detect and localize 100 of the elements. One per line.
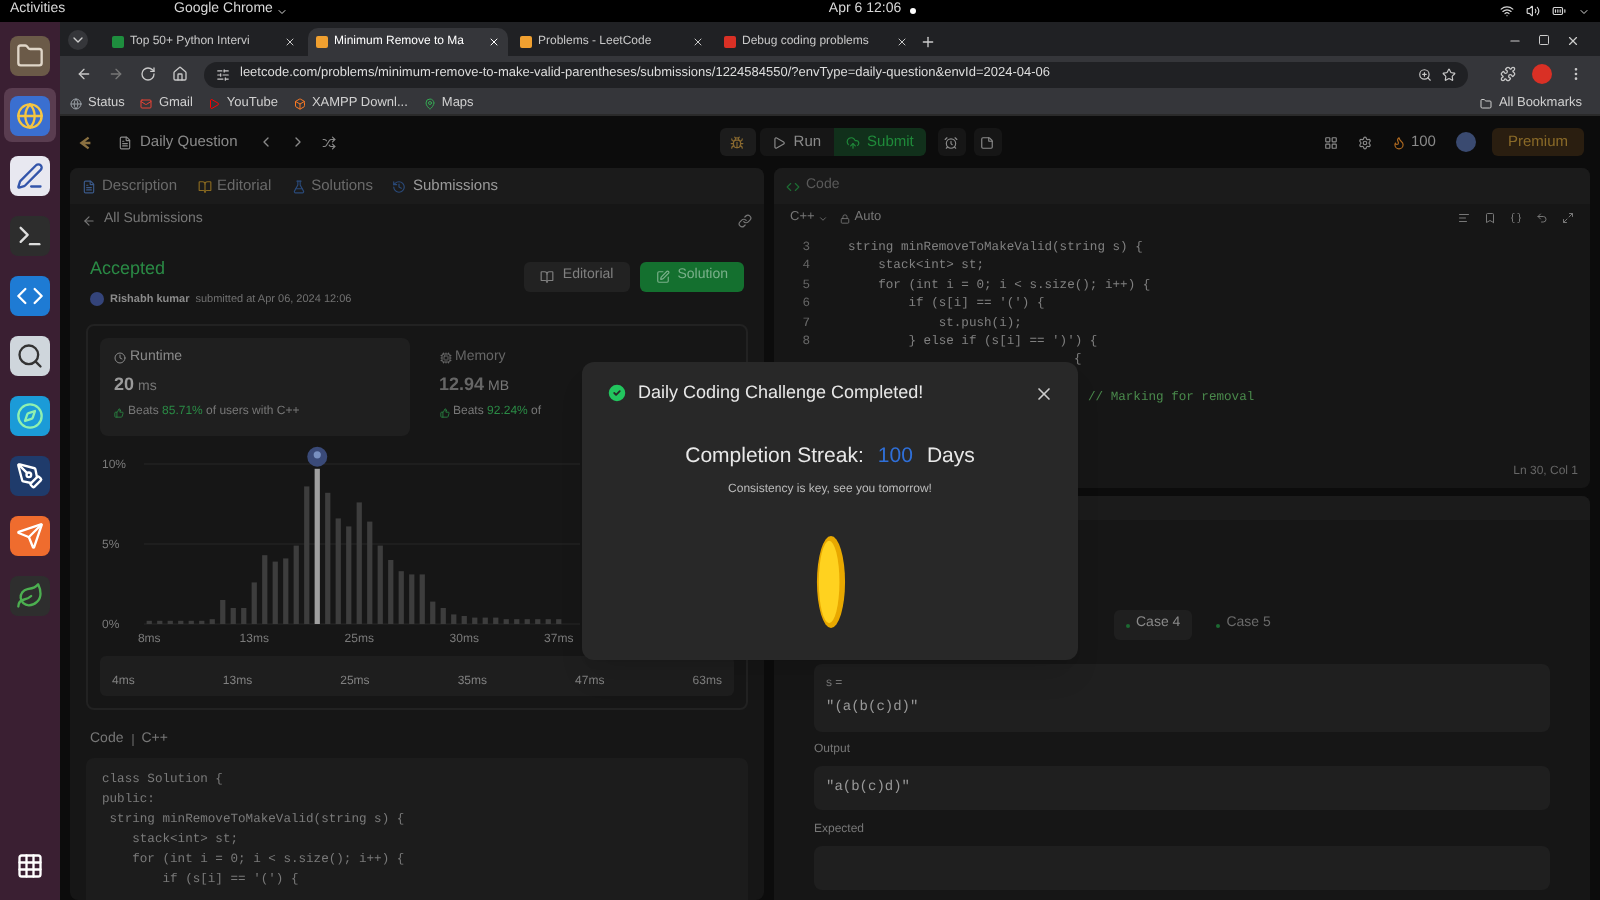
histogram-bar: [493, 617, 499, 624]
histogram-bar: [220, 599, 226, 624]
site-settings-icon[interactable]: [216, 67, 230, 81]
check-circle-icon: [606, 382, 628, 405]
status-text: Accepted: [90, 256, 168, 282]
mail-icon: [140, 97, 153, 109]
histogram-bar: [283, 557, 289, 624]
volume-icon[interactable]: [1526, 4, 1540, 18]
extensions-icon[interactable]: [1500, 66, 1516, 82]
leetcode-favicon-icon: [520, 36, 532, 48]
histogram-bar: [241, 607, 247, 624]
histogram-bar: [230, 607, 236, 624]
close-icon[interactable]: [1566, 34, 1580, 48]
undo-icon[interactable]: [1536, 212, 1548, 224]
logo-icon[interactable]: [76, 133, 94, 151]
thumbs-up-icon: [439, 407, 449, 418]
histogram-bar: [377, 545, 383, 624]
edit-icon: [655, 270, 670, 284]
clock-icon: [114, 352, 126, 364]
histogram-bar: [419, 573, 425, 624]
alarm-clock-icon: [944, 135, 959, 149]
histogram-bar: [482, 617, 488, 624]
bug-icon: [730, 135, 745, 149]
histogram-bar: [430, 601, 436, 624]
globe-icon: [10, 95, 50, 135]
battery-icon[interactable]: [1552, 4, 1566, 18]
histogram-bar: [524, 618, 530, 624]
shuffle-icon[interactable]: [321, 135, 336, 149]
maximize-icon[interactable]: [1538, 34, 1550, 46]
folder-icon: [1480, 97, 1493, 109]
flame-icon: [1392, 135, 1407, 149]
note-icon: [980, 135, 995, 149]
braces-icon[interactable]: [1510, 212, 1522, 224]
home-icon[interactable]: [172, 66, 188, 82]
wifi-icon[interactable]: [1500, 4, 1514, 18]
histogram-bar: [461, 615, 467, 624]
bookmark-star-icon[interactable]: [1442, 67, 1456, 81]
avatar-marker-icon: [307, 446, 328, 467]
tab-search-icon[interactable]: [68, 30, 88, 50]
sheet-favicon-icon: [112, 36, 124, 48]
histogram-bar: [335, 517, 341, 624]
code-icon: [10, 275, 50, 315]
minimize-icon[interactable]: [1508, 34, 1522, 48]
streak-unit: Days: [926, 441, 975, 471]
histogram-bar: [346, 525, 352, 624]
histogram-bar: [514, 618, 520, 624]
zoom-icon[interactable]: [1418, 67, 1432, 81]
history-icon: [392, 179, 407, 193]
close-icon[interactable]: [692, 36, 704, 48]
close-icon[interactable]: [284, 36, 296, 48]
rocket-icon: [10, 515, 50, 555]
settings-icon[interactable]: [1358, 135, 1373, 149]
book-icon: [197, 179, 212, 193]
play-icon: [208, 97, 221, 109]
histogram-bar: [472, 617, 478, 624]
stat-value: 20: [114, 372, 135, 399]
folder-icon: [10, 35, 50, 75]
globe-icon: [70, 97, 82, 109]
histogram-bar: [304, 485, 310, 624]
streak-value: 100: [875, 441, 915, 471]
stat-value: 12.94: [439, 372, 485, 399]
profile-avatar[interactable]: [1532, 64, 1552, 84]
histogram-bar: [388, 559, 394, 624]
terminal-icon: [10, 215, 50, 255]
histogram-bar: [440, 607, 446, 624]
bookmark-icon[interactable]: [1484, 212, 1496, 224]
dialog-title: Daily Coding Challenge Completed!: [638, 380, 924, 406]
document-icon: [82, 179, 96, 193]
caret-icon: [276, 5, 289, 17]
histogram-bar: [209, 618, 215, 624]
close-icon[interactable]: [896, 36, 908, 48]
reload-icon[interactable]: [140, 66, 156, 82]
new-tab-icon[interactable]: [920, 34, 936, 50]
lock-icon: [840, 213, 851, 223]
share-link-icon[interactable]: [738, 213, 752, 227]
pencil-icon: [10, 155, 50, 195]
flask-icon: [291, 179, 306, 193]
box-icon: [293, 97, 306, 109]
histogram-bar: [535, 618, 541, 624]
histogram-bar: [272, 561, 278, 624]
play-icon: [771, 135, 786, 149]
notes-button[interactable]: [973, 128, 1002, 156]
book-icon: [540, 270, 555, 284]
histogram-bar: [262, 554, 268, 624]
close-icon[interactable]: [1034, 383, 1054, 404]
compass-icon: [10, 395, 50, 435]
chip-icon: [439, 352, 451, 364]
histogram-bar: [398, 570, 404, 624]
back-arrow-icon: [82, 213, 96, 227]
leetcode-favicon-icon: [316, 36, 328, 48]
layout-icon[interactable]: [1324, 135, 1339, 149]
back-icon[interactable]: [76, 66, 92, 82]
format-icon[interactable]: [1458, 212, 1470, 224]
forward-icon[interactable]: [108, 66, 124, 82]
cloud-upload-icon: [845, 135, 860, 149]
caret-icon[interactable]: [1578, 5, 1590, 17]
coin-drawing: [815, 534, 845, 631]
dock-app-button[interactable]: [4, 88, 56, 142]
timer-button[interactable]: [937, 128, 966, 156]
debug-button[interactable]: [719, 128, 756, 156]
